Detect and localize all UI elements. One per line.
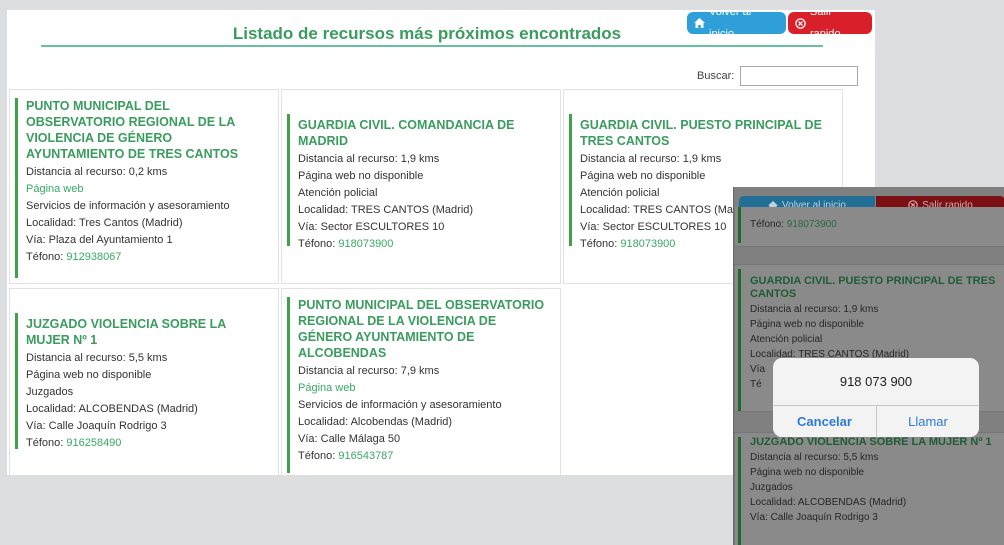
card-accent-bar (15, 98, 18, 278)
phone-link[interactable]: 918073900 (620, 238, 675, 250)
phone-link[interactable]: 916258490 (66, 437, 121, 449)
resource-service: Servicios de información y asesoramiento (298, 399, 502, 411)
phone-label: Téfono: (26, 251, 67, 263)
resource-title: JUZGADO VIOLENCIA SOBRE LA MUJER Nº 1 (26, 317, 226, 347)
resource-web-link[interactable]: Página web (298, 380, 552, 397)
home-button[interactable]: Volver al inicio (687, 10, 786, 40)
resource-street: Vía: Calle Joaquín Rodrigo 3 (750, 512, 878, 523)
phone-label: Téfono: (26, 437, 67, 449)
resource-web-link[interactable]: Página web (26, 181, 270, 198)
resource-street: Vía: Plaza del Ayuntamiento 1 (26, 234, 173, 246)
resource-phone-row: Téfono: 916543787 (298, 448, 552, 465)
resource-service: Atención policial (750, 334, 823, 345)
resource-service: Atención policial (298, 187, 378, 199)
resource-street: Vía: Calle Málaga 50 (298, 433, 401, 445)
resource-street: Vía: Calle Joaquín Rodrigo 3 (26, 420, 167, 432)
card-accent-bar (287, 297, 290, 473)
resource-title: GUARDIA CIVIL. COMANDANCIA DE MADRID (298, 118, 515, 148)
resource-phone-row: Téfono: 916258490 (26, 435, 270, 452)
phone-label: Téfono: (750, 219, 787, 230)
resource-card: PUNTO MUNICIPAL DEL OBSERVATORIO REGIONA… (9, 89, 279, 284)
card-accent-bar (738, 269, 741, 411)
phone-label: Téfono: (298, 238, 339, 250)
resource-web: Página web no disponible (750, 319, 864, 330)
resource-locality: Localidad: Alcobendas (Madrid) (298, 416, 453, 428)
phone-label: Téfono: (298, 450, 339, 462)
card-accent-bar (287, 114, 290, 246)
title-divider (41, 45, 823, 47)
phone-link[interactable]: 912938067 (66, 251, 121, 263)
resource-phone-row: Téfono: 918073900 (298, 236, 552, 253)
resource-service: Juzgados (750, 482, 793, 493)
resource-web: Página web no disponible (580, 170, 706, 182)
cancel-button[interactable]: Cancelar (773, 406, 876, 437)
card-accent-bar (569, 114, 572, 246)
resource-street: Vía: Sector ESCULTORES 10 (298, 221, 445, 233)
resource-title: JUZGADO VIOLENCIA SOBRE LA MUJER Nº 1 (750, 436, 992, 448)
home-button-label: Volver al inicio (709, 10, 752, 40)
resource-distance: Distancia al recurso: 1,9 kms (580, 153, 722, 165)
resource-card: PUNTO MUNICIPAL DEL OBSERVATORIO REGIONA… (281, 288, 561, 475)
resource-service: Juzgados (26, 386, 74, 398)
phone-link[interactable]: 916543787 (338, 450, 393, 462)
resource-locality: Localidad: TRES CANTOS (Madrid) (298, 204, 474, 216)
phone-link[interactable]: 918073900 (787, 219, 837, 230)
resource-card: GUARDIA CIVIL. COMANDANCIA DE MADRID Dis… (281, 89, 561, 284)
exit-button[interactable]: Salir rapido (788, 10, 872, 40)
exit-button-label: Salir rapido (810, 10, 841, 40)
resource-web: Página web no disponible (298, 170, 424, 182)
close-circle-icon (795, 17, 806, 29)
mobile-phone-row: Téfono: 918073900 (750, 217, 998, 232)
resource-distance: Distancia al recurso: 5,5 kms (26, 352, 168, 364)
resource-locality: Localidad: Tres Cantos (Madrid) (26, 217, 183, 229)
resource-title: GUARDIA CIVIL. PUESTO PRINCIPAL DE TRES … (580, 118, 822, 148)
resource-web: Página web no disponible (750, 467, 864, 478)
mobile-resource-card: Téfono: 918073900 (734, 207, 1004, 247)
resource-locality: Localidad: ALCOBENDAS (Madrid) (26, 403, 198, 415)
card-accent-bar (15, 313, 18, 449)
resource-locality: Localidad: ALCOBENDAS (Madrid) (750, 497, 907, 508)
dialog-phone-number: 918 073 900 (839, 374, 913, 389)
call-button[interactable]: Llamar (877, 406, 979, 437)
resource-service: Servicios de información y asesoramiento (26, 200, 230, 212)
home-icon (694, 18, 705, 28)
resource-title: PUNTO MUNICIPAL DEL OBSERVATORIO REGIONA… (298, 298, 545, 360)
phone-label: Téfono: (580, 238, 621, 250)
call-dialog: 918 073 900 Cancelar Llamar (773, 358, 979, 437)
resource-title: PUNTO MUNICIPAL DEL OBSERVATORIO REGIONA… (26, 99, 239, 161)
resource-title: GUARDIA CIVIL. PUESTO PRINCIPAL DE TRES … (750, 275, 996, 300)
mobile-resource-card: JUZGADO VIOLENCIA SOBRE LA MUJER Nº 1 Di… (734, 432, 1004, 545)
card-accent-bar (738, 207, 741, 243)
resource-distance: Distancia al recurso: 1,9 kms (750, 304, 879, 315)
resource-distance: Distancia al recurso: 5,5 kms (750, 452, 879, 463)
card-accent-bar (738, 437, 741, 545)
resource-web: Página web no disponible (26, 369, 152, 381)
resource-distance: Distancia al recurso: 0,2 kms (26, 166, 168, 178)
resource-distance: Distancia al recurso: 1,9 kms (298, 153, 440, 165)
search-area: Buscar: (697, 66, 859, 86)
resource-phone-row: Téfono: 912938067 (26, 249, 270, 266)
search-label: Buscar: (697, 70, 735, 82)
search-input[interactable] (740, 66, 859, 86)
resource-distance: Distancia al recurso: 7,9 kms (298, 365, 440, 377)
phone-link[interactable]: 918073900 (338, 238, 393, 250)
resource-card: JUZGADO VIOLENCIA SOBRE LA MUJER Nº 1 Di… (9, 288, 279, 475)
